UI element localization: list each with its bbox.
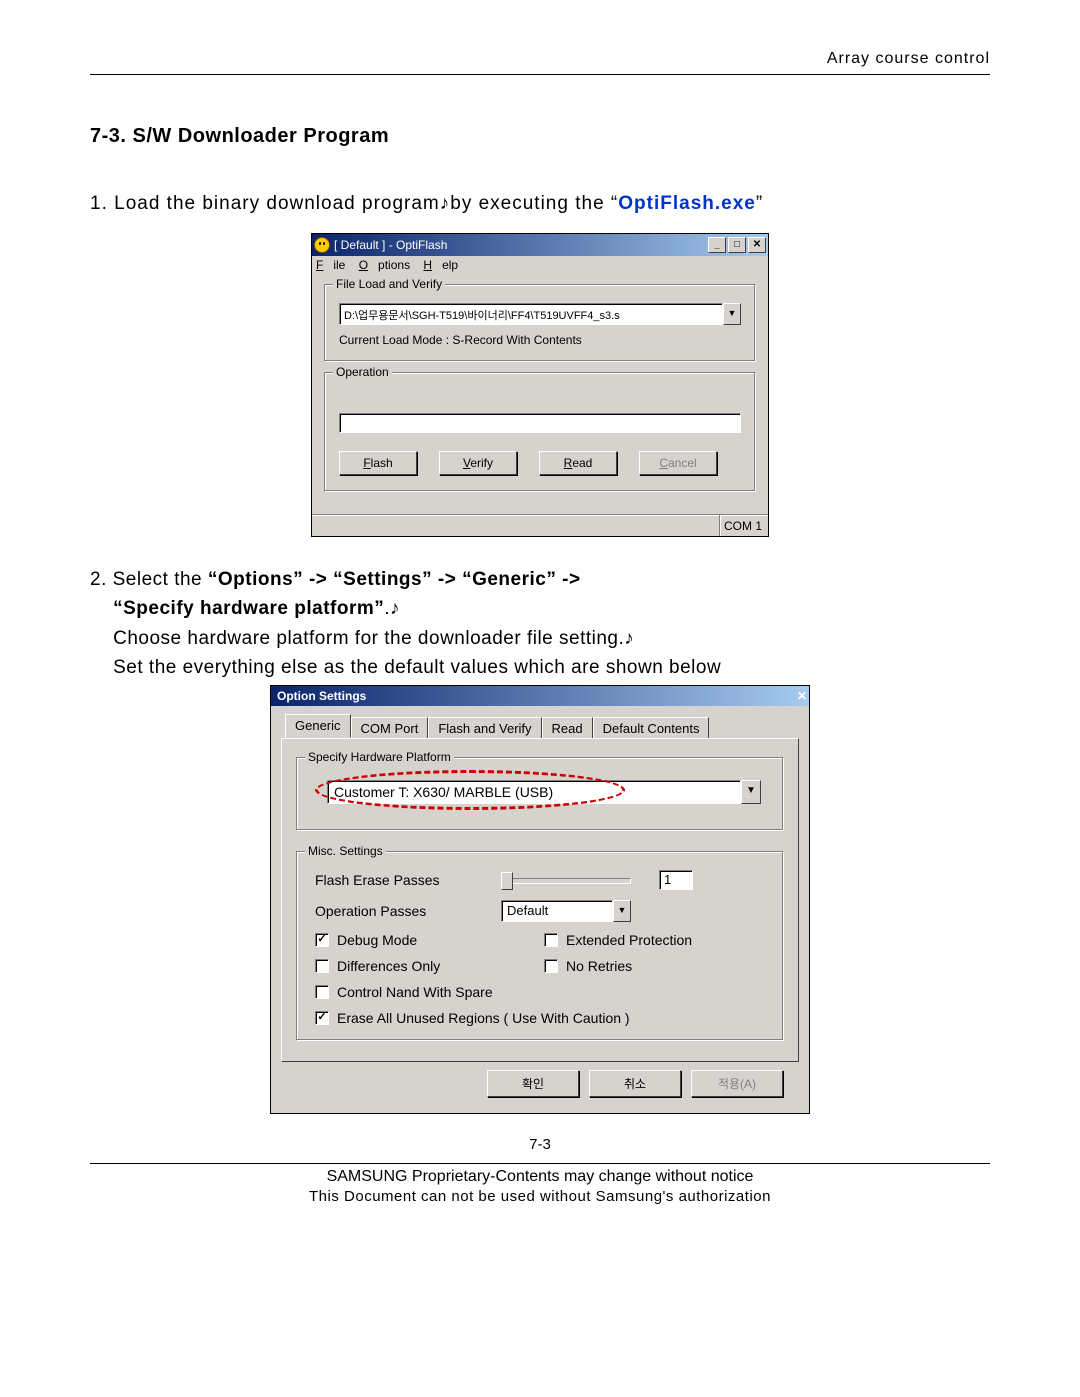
step1-middle: by executing the [450, 193, 611, 214]
music-note-icon-3: ♪ [624, 628, 634, 649]
group-operation-legend: Operation [333, 365, 392, 379]
control-nand-spare-checkbox[interactable] [315, 985, 329, 999]
page-number: 7-3 [90, 1136, 990, 1153]
flash-button-u: F [363, 456, 370, 470]
music-note-icon: ♪ [440, 193, 451, 214]
options-title: Option Settings [277, 689, 366, 703]
menu-help[interactable]: Help [423, 258, 458, 272]
group-misc-legend: Misc. Settings [305, 844, 386, 858]
options-close-button[interactable]: ✕ [797, 689, 807, 703]
operation-passes-field[interactable]: Default [501, 900, 613, 922]
read-button[interactable]: Read [539, 451, 617, 475]
footer-line-1: SAMSUNG Proprietary-Contents may change … [90, 1168, 990, 1186]
step2-l1b: “Options” -> “Settings” -> “Generic” -> [208, 569, 581, 590]
verify-button[interactable]: Verify [439, 451, 517, 475]
header-right: Array course control [90, 50, 990, 68]
differences-only-checkbox[interactable] [315, 959, 329, 973]
group-file-load-legend: File Load and Verify [333, 277, 445, 291]
footer-line-2: This Document can not be used without Sa… [90, 1188, 990, 1205]
progress-bar [339, 413, 741, 433]
file-path-dropdown-icon[interactable]: ▼ [723, 303, 741, 325]
read-button-u: R [564, 456, 573, 470]
menu-file[interactable]: File [316, 258, 345, 272]
tab-panel-generic: Specify Hardware Platform Customer T: X6… [281, 738, 799, 1062]
hardware-platform-field[interactable]: Customer T: X630/ MARBLE (USB) [327, 780, 741, 804]
debug-mode-checkbox[interactable]: ✓ [315, 933, 329, 947]
group-hardware-platform-legend: Specify Hardware Platform [305, 750, 454, 764]
cancel-button-u: C [659, 456, 668, 470]
menubar: File Options Help [312, 256, 768, 276]
step1-exe: OptiFlash.exe [618, 193, 756, 214]
hardware-platform-dropdown-icon[interactable]: ▼ [741, 780, 761, 804]
menu-file-u: F [316, 258, 323, 272]
tab-generic[interactable]: Generic [285, 714, 351, 738]
tab-flash-verify[interactable]: Flash and Verify [428, 717, 541, 739]
file-path-combo[interactable]: D:\업무용문서\SGH-T519\바이너리\FF4\T519UVFF4_s3.… [339, 303, 741, 325]
group-operation: Operation Flash Verify Read Cancel [324, 372, 756, 492]
window-title: [ Default ] - OptiFlash [334, 238, 447, 252]
hardware-platform-combo[interactable]: Customer T: X630/ MARBLE (USB) ▼ [327, 780, 761, 804]
music-note-icon-2: ♪ [390, 598, 400, 619]
slider-thumb[interactable] [501, 872, 513, 890]
statusbar-com: COM 1 [719, 515, 768, 536]
operation-passes-dropdown-icon[interactable]: ▼ [613, 900, 631, 922]
step2-l3: Choose hardware platform for the downloa… [113, 628, 624, 649]
tabstrip: Generic COM Port Flash and Verify Read D… [281, 714, 799, 738]
no-retries-label: No Retries [566, 958, 632, 974]
erase-unused-regions-checkbox[interactable]: ✓ [315, 1011, 329, 1025]
footer-rule [90, 1163, 990, 1164]
header-rule [90, 74, 990, 75]
quote-close: ” [756, 193, 763, 214]
ok-button[interactable]: 확인 [487, 1070, 579, 1097]
file-path-field[interactable]: D:\업무용문서\SGH-T519\바이너리\FF4\T519UVFF4_s3.… [339, 303, 723, 325]
step1-text: 1. Load the binary download program♪by e… [90, 193, 990, 215]
app-icon [314, 237, 330, 253]
no-retries-checkbox[interactable] [544, 959, 558, 973]
tab-read[interactable]: Read [542, 717, 593, 739]
flash-erase-passes-label: Flash Erase Passes [311, 872, 501, 888]
flash-erase-passes-value[interactable]: 1 [659, 870, 693, 890]
maximize-button[interactable]: □ [728, 237, 746, 253]
minimize-button[interactable]: _ [708, 237, 726, 253]
cancel-button: Cancel [639, 451, 717, 475]
erase-unused-regions-label: Erase All Unused Regions ( Use With Caut… [337, 1010, 630, 1026]
group-misc-settings: Misc. Settings Flash Erase Passes 1 Oper… [296, 851, 784, 1041]
step1-prefix: 1. Load the binary download program [90, 193, 440, 214]
titlebar: [ Default ] - OptiFlash _ □ ✕ [312, 234, 768, 256]
extended-protection-checkbox[interactable] [544, 933, 558, 947]
step2-l1a: 2. Select the [90, 569, 208, 590]
load-mode-status: Current Load Mode : S-Record With Conten… [339, 333, 741, 347]
debug-mode-label: Debug Mode [337, 932, 417, 948]
close-button[interactable]: ✕ [748, 237, 766, 253]
step2-l4: Set the everything else as the default v… [113, 657, 721, 678]
apply-button: 적용(A) [691, 1070, 783, 1097]
option-settings-window: Option Settings ✕ Generic COM Port Flash… [270, 685, 810, 1114]
flash-button[interactable]: Flash [339, 451, 417, 475]
differences-only-label: Differences Only [337, 958, 440, 974]
cancel-dialog-button[interactable]: 취소 [589, 1070, 681, 1097]
flash-erase-passes-slider[interactable] [501, 870, 631, 890]
operation-passes-label: Operation Passes [311, 903, 501, 919]
optiflash-window: [ Default ] - OptiFlash _ □ ✕ File Optio… [311, 233, 769, 537]
menu-options[interactable]: Options [359, 258, 410, 272]
extended-protection-label: Extended Protection [566, 932, 692, 948]
menu-options-u: O [359, 258, 368, 272]
group-file-load: File Load and Verify D:\업무용문서\SGH-T519\바… [324, 284, 756, 362]
verify-button-u: V [463, 456, 470, 470]
operation-passes-combo[interactable]: Default ▼ [501, 900, 631, 922]
section-title: 7-3. S/W Downloader Program [90, 125, 990, 148]
step2-l2a: “Specify hardware platform” [113, 598, 384, 619]
tab-default-contents[interactable]: Default Contents [593, 717, 710, 739]
group-hardware-platform: Specify Hardware Platform Customer T: X6… [296, 757, 784, 831]
step2-text: 2. Select the “Options” -> “Settings” ->… [90, 565, 990, 683]
menu-help-u: H [423, 258, 432, 272]
statusbar: COM 1 [312, 514, 768, 536]
control-nand-spare-label: Control Nand With Spare [337, 984, 493, 1000]
options-titlebar: Option Settings ✕ [271, 686, 809, 706]
tab-com-port[interactable]: COM Port [351, 717, 429, 739]
